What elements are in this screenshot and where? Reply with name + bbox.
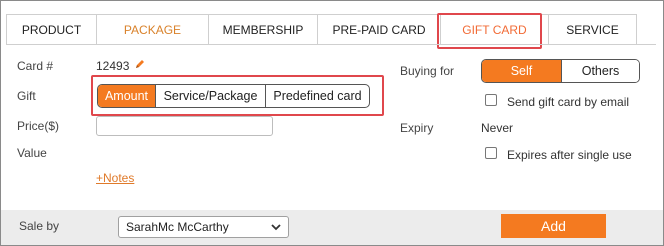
sale-by-selected-value: SarahMc McCarthy (126, 220, 229, 234)
tab-pre-paid-card[interactable]: PRE-PAID CARD (317, 14, 441, 45)
send-email-label: Send gift card by email (507, 95, 630, 109)
tab-divider (6, 44, 656, 45)
pencil-icon[interactable] (135, 59, 145, 69)
card-number-value: 12493 (96, 59, 130, 73)
chevron-down-icon (271, 224, 281, 231)
single-use-label: Expires after single use (507, 148, 632, 162)
tab-product[interactable]: PRODUCT (6, 14, 97, 45)
tab-membership[interactable]: MEMBERSHIP (208, 14, 318, 45)
gift-option-amount[interactable]: Amount (98, 85, 155, 107)
add-button[interactable]: Add (501, 214, 606, 238)
expiry-label: Expiry (400, 121, 434, 135)
gift-option-predefined-card[interactable]: Predefined card (265, 85, 369, 107)
gift-label: Gift (17, 89, 36, 103)
price-label: Price($) (17, 119, 60, 133)
price-input[interactable] (96, 116, 273, 136)
send-email-checkbox[interactable] (485, 94, 497, 106)
gift-option-service-package[interactable]: Service/Package (155, 85, 265, 107)
expiry-value: Never (481, 121, 514, 135)
single-use-checkbox[interactable] (485, 147, 497, 159)
buying-for-others[interactable]: Others (561, 60, 639, 82)
buying-for-label: Buying for (400, 64, 455, 78)
add-notes-link[interactable]: +Notes (96, 171, 134, 185)
tab-package[interactable]: PACKAGE (96, 14, 209, 45)
card-number-label: Card # (17, 59, 54, 73)
value-label: Value (17, 146, 47, 160)
buying-for-selector: Self Others (481, 59, 640, 83)
tab-service[interactable]: SERVICE (548, 14, 637, 45)
buying-for-self[interactable]: Self (482, 60, 561, 82)
sale-by-label: Sale by (19, 219, 60, 233)
gift-type-selector: Amount Service/Package Predefined card (97, 84, 370, 108)
sale-by-select[interactable]: SarahMc McCarthy (118, 216, 289, 238)
